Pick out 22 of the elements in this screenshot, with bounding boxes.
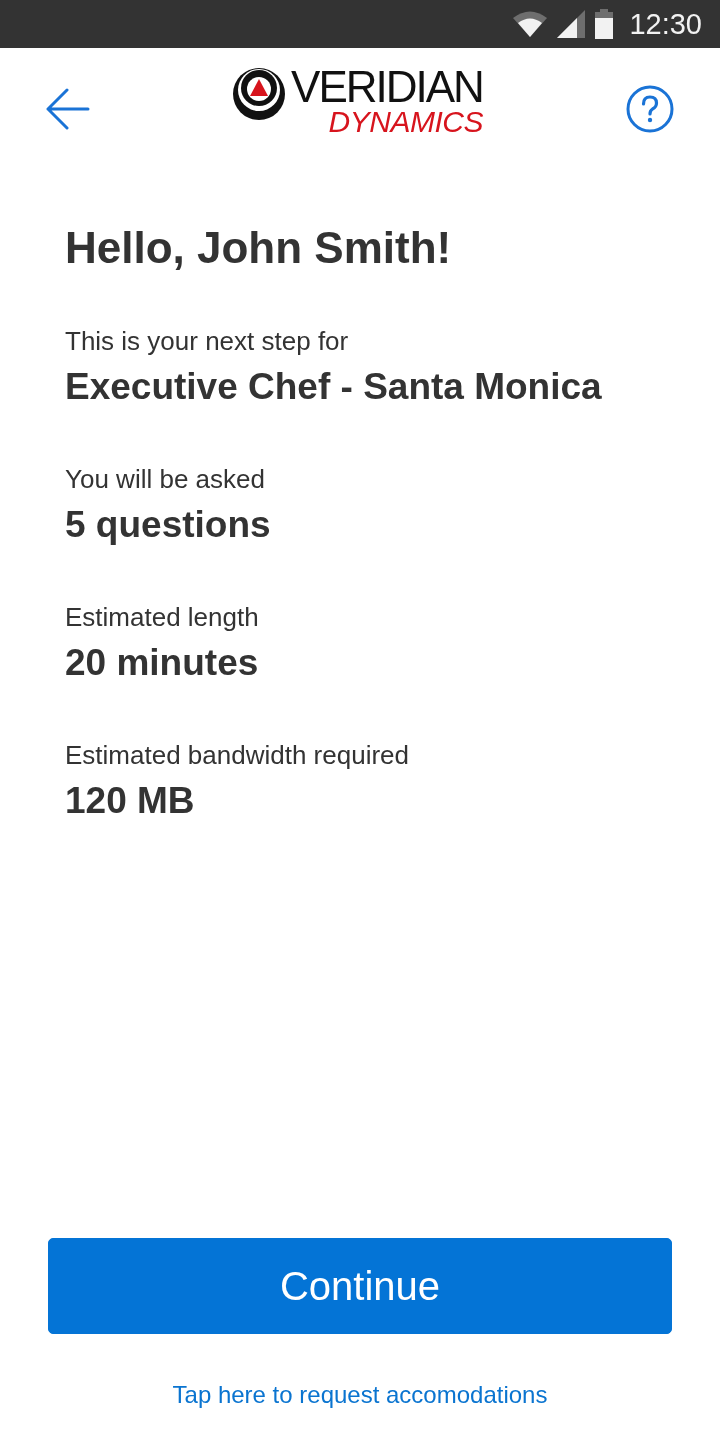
help-icon	[626, 85, 674, 133]
detail-label: This is your next step for	[65, 325, 350, 358]
continue-button[interactable]: Continue	[48, 1238, 672, 1334]
logo-emblem-icon	[233, 67, 286, 121]
detail-label: You will be asked	[65, 463, 266, 496]
detail-value: 20 minutes	[65, 641, 260, 685]
wifi-icon	[513, 11, 548, 37]
battery-icon	[595, 9, 614, 39]
detail-value: 120 MB	[65, 779, 196, 823]
help-button[interactable]	[626, 85, 674, 133]
greeting-heading: Hello, John Smith!	[65, 222, 453, 274]
back-button[interactable]	[46, 88, 90, 130]
detail-label: Estimated length	[65, 601, 260, 634]
accommodations-link[interactable]: Tap here to request accomodations	[172, 1378, 548, 1412]
status-time: 12:30	[629, 9, 702, 39]
detail-value: Executive Chef - Santa Monica	[65, 365, 603, 409]
logo-tagline: DYNAMICS	[328, 107, 483, 137]
detail-value: 5 questions	[65, 503, 272, 547]
detail-label: Estimated bandwidth required	[65, 739, 410, 772]
back-arrow-icon	[46, 88, 90, 130]
logo-name: VERIDIAN	[291, 67, 483, 107]
signal-icon	[557, 10, 586, 38]
